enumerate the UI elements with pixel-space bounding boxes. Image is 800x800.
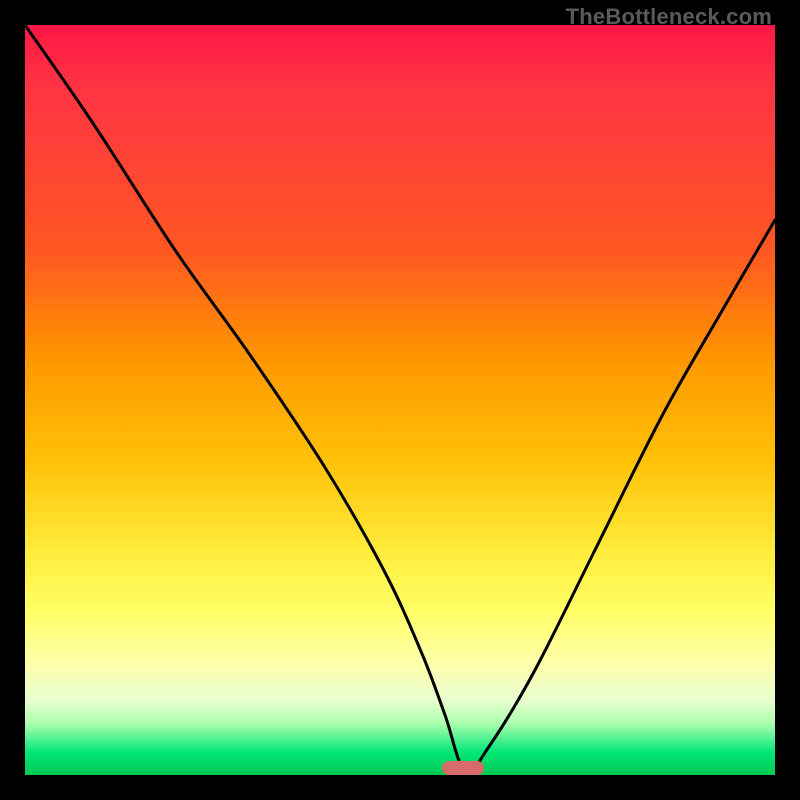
- curve-path: [25, 25, 775, 772]
- chart-frame: TheBottleneck.com: [0, 0, 800, 800]
- watermark-text: TheBottleneck.com: [566, 4, 772, 30]
- bottleneck-curve: [25, 25, 775, 775]
- plot-area: [25, 25, 775, 775]
- optimal-marker: [442, 761, 484, 775]
